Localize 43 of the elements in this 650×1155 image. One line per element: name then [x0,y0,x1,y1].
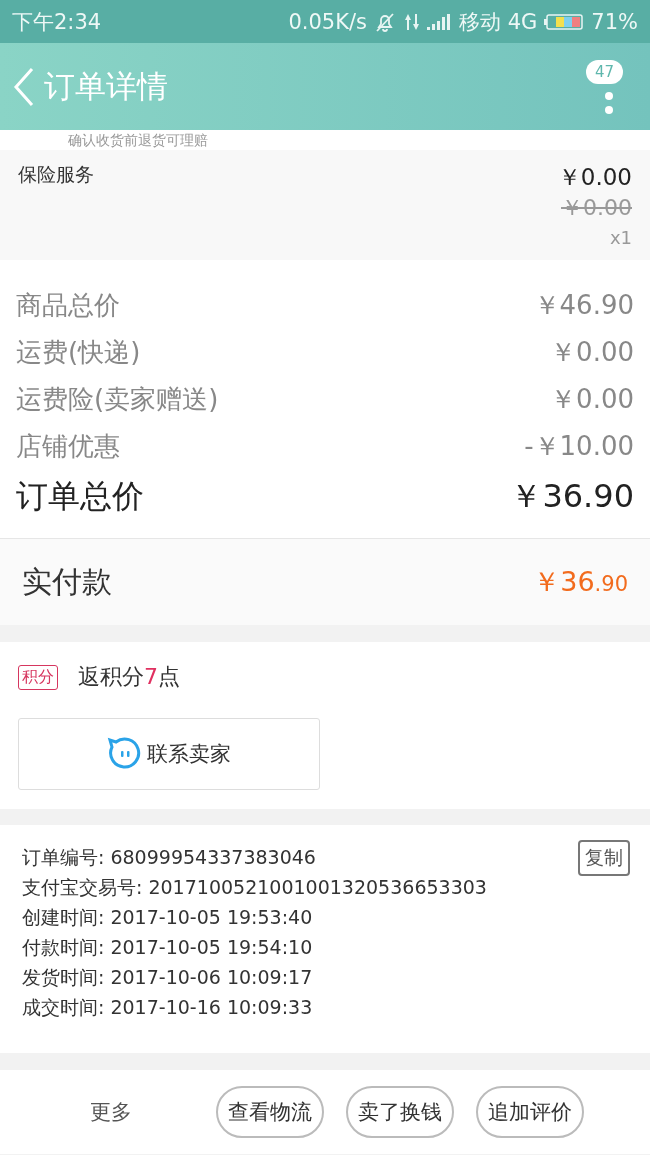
order-info-line: 订单编号: 68099954337383046 [22,845,316,870]
price-value: ￥0.00 [550,383,634,416]
battery-icon [544,12,585,31]
more-menu-icon[interactable] [604,91,614,114]
order-info-line: 成交时间: 2017-10-16 10:09:33 [22,995,313,1020]
page-title: 订单详情 [44,66,169,106]
contact-seller-button[interactable]: 联系卖家 [18,718,320,790]
price-label: 商品总价 [16,289,120,322]
network-speed: 0.05K/s [288,9,367,34]
price-label: 运费(快递) [16,336,141,369]
order-info-line: 创建时间: 2017-10-05 19:53:40 [22,905,313,930]
insurance-label: 保险服务 [18,162,94,187]
chat-face-icon [107,737,141,771]
total-value: ￥36.90 [510,476,634,517]
payment-amount: ￥36.90 [533,565,628,599]
price-label: 店铺优惠 [16,430,120,463]
signal-icon [426,12,452,31]
order-info-line: 支付宝交易号: 2017100521001001320536653303 [22,875,487,900]
action-button[interactable]: 查看物流 [216,1086,324,1138]
copy-button[interactable]: 复制 [578,840,630,876]
battery-percent: 71% [591,9,638,34]
more-link[interactable]: 更多 [90,1098,132,1126]
carrier-label: 移动 4G [459,8,538,36]
notice-text: 确认收货前退货可理赔 [68,132,208,148]
payment-label: 实付款 [22,562,112,601]
status-time: 下午2:34 [12,8,102,36]
back-button[interactable] [12,66,36,107]
message-count-badge: 47 [586,59,624,84]
insurance-price: ￥0.00 [557,163,632,192]
price-value: -￥10.00 [524,430,634,463]
total-label: 订单总价 [16,476,144,517]
action-button[interactable]: 追加评价 [476,1086,584,1138]
order-info-line: 付款时间: 2017-10-05 19:54:10 [22,935,313,960]
quantity: x1 [609,227,632,248]
original-price: ￥0.00 [561,194,632,222]
points-tag: 积分 [18,664,58,690]
price-label: 运费险(卖家赠送) [16,383,219,416]
data-arrows-icon [403,11,419,32]
order-info-line: 发货时间: 2017-10-06 10:09:17 [22,965,313,990]
points-text: 返积分7点 [78,663,180,691]
price-value: ￥46.90 [533,289,634,322]
price-value: ￥0.00 [550,336,634,369]
action-button[interactable]: 卖了换钱 [346,1086,454,1138]
